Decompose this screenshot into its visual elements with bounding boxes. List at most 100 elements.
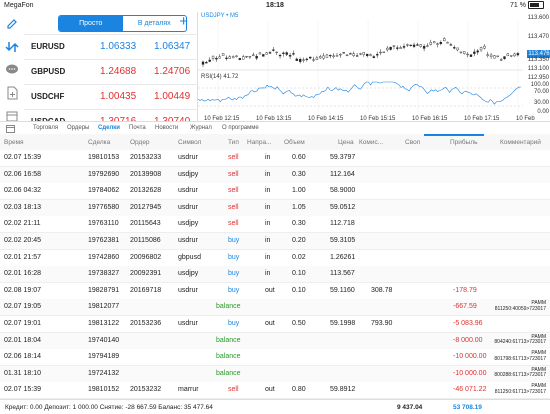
chart-canvas[interactable] — [198, 12, 550, 125]
cell-vol: 0.30 — [292, 220, 306, 228]
tab-6[interactable]: О программе — [222, 125, 259, 131]
column-header[interactable]: Символ — [178, 139, 201, 146]
tab-3[interactable]: Почта — [129, 125, 146, 131]
candle-body — [489, 54, 493, 57]
column-header[interactable]: Объем — [284, 139, 305, 146]
candle-body — [496, 55, 499, 57]
candle-body — [426, 45, 429, 47]
candle-body — [412, 44, 416, 47]
column-header[interactable]: Комментарий — [500, 139, 541, 146]
tab-5[interactable]: Журнал — [190, 125, 212, 131]
table-row[interactable]: 02.03 18:13 19776580 20127945 usdrur sell in 1… — [0, 199, 550, 217]
candle-body — [201, 61, 205, 65]
cell-type: sell — [228, 187, 239, 195]
quote-row[interactable]: EURUSD 1.06333 1.06347 — [24, 34, 196, 58]
table-row[interactable]: 02.01 21:57 19742860 20096802 gbpusd buy in 0.… — [0, 249, 550, 267]
table-row[interactable]: 02.08 19:07 19828791 20169718 usdrur buy out 0… — [0, 282, 550, 300]
cell-symbol: usdjpy — [178, 270, 199, 278]
table-row[interactable]: 02.07 15:39 19810153 20153233 usdrur sell in 0… — [0, 150, 550, 167]
cell-time: 02.06 16:58 — [4, 170, 41, 178]
candle-body — [459, 51, 463, 53]
cell-vol: 0.60 — [292, 154, 306, 161]
column-header[interactable]: Тип — [228, 139, 239, 146]
table-row[interactable]: 02.06 04:32 19784062 20132628 usdrur sell in 1… — [0, 183, 550, 201]
table-row[interactable]: 02.01 16:28 19738327 20092391 usdjpy buy in 0.… — [0, 266, 550, 284]
candle-body — [292, 53, 295, 55]
candle-body — [503, 56, 506, 59]
mode-simple-tab[interactable]: Просто — [59, 16, 123, 31]
chart-panel[interactable]: USDJPY • M5 113.476 RSI(14) 41.72 113.60… — [197, 12, 550, 128]
cell-order: 20096802 — [130, 253, 162, 261]
cell-symbol: usdjpy — [178, 170, 199, 178]
candle-body — [208, 59, 211, 62]
quote-ask: 1.24706 — [154, 66, 191, 77]
cell-price: 59.0512 — [330, 203, 356, 211]
column-header[interactable]: Сделка — [88, 139, 110, 146]
cell-time: 02.06 04:32 — [4, 187, 41, 195]
column-header[interactable]: Напра... — [247, 139, 271, 146]
column-header[interactable]: Комис... — [359, 139, 383, 146]
candle-body — [436, 43, 439, 45]
price-axis-label: 113.470 — [527, 34, 549, 40]
new-document-icon[interactable] — [5, 86, 19, 100]
cell-time: 02.07 15:39 — [4, 386, 41, 394]
cell-vol: 0.02 — [292, 253, 306, 261]
cell-type: buy — [228, 253, 240, 261]
calendar-icon — [6, 125, 15, 133]
cell-symbol: usdrur — [178, 154, 198, 161]
candle-body — [315, 57, 319, 60]
table-row[interactable]: 01.31 18:10 19724132 balance -10 000.00 PAMM… — [0, 365, 550, 383]
table-row[interactable]: 02.01 18:04 19740140 balance -8 000.00 PAMM 8… — [0, 332, 550, 350]
cell-profit: -5 083.96 — [453, 320, 483, 327]
candle-body — [365, 53, 369, 57]
quote-symbol: USDCHF — [31, 92, 65, 101]
chat-bubble-icon[interactable] — [5, 63, 19, 77]
mode-detail-tab[interactable]: В деталях — [123, 16, 187, 31]
tab-4[interactable]: Новости — [155, 125, 178, 131]
column-header[interactable]: Прибыль — [450, 139, 478, 146]
column-header[interactable]: Своп — [405, 139, 420, 146]
quote-row[interactable]: GBPUSD 1.24688 1.24706 — [24, 59, 196, 83]
cell-profit: -667.59 — [453, 303, 477, 311]
add-symbol-icon[interactable]: + — [179, 12, 188, 32]
column-header[interactable]: Цена — [338, 139, 354, 146]
table-row[interactable]: 02.06 18:14 19794189 balance -10 000.00 PAMM… — [0, 349, 550, 367]
quote-bid: 1.24688 — [100, 66, 137, 77]
cell-deal: 19828791 — [88, 286, 120, 294]
cell-order: 20092391 — [130, 270, 162, 278]
cell-time: 02.03 18:13 — [4, 203, 41, 211]
candle-body — [245, 56, 248, 58]
candle-body — [339, 54, 342, 56]
quote-bid: 1.06333 — [100, 41, 137, 52]
quote-row[interactable]: USDCHF 1.00435 1.00449 — [24, 84, 196, 108]
column-header[interactable]: Ордер — [130, 139, 150, 146]
candle-body — [272, 49, 275, 51]
candle-body — [469, 54, 473, 57]
candle-body — [493, 55, 496, 59]
battery-percent: 71 % — [510, 2, 526, 9]
cell-symbol: gbpusd — [178, 253, 201, 261]
candle-body — [355, 55, 359, 57]
table-row[interactable]: 02.07 19:01 19813122 20153236 usdrur buy out 0… — [0, 316, 550, 333]
trade-arrows-icon[interactable] — [5, 40, 19, 54]
candle-body — [335, 55, 339, 57]
tab-1[interactable]: Ордеры — [67, 125, 89, 131]
table-row[interactable]: 02.07 19:05 19812077 balance -667.59 PAMM 811… — [0, 299, 550, 317]
candle-body — [278, 54, 282, 57]
rsi-axis-label: 30.00 — [533, 100, 549, 106]
tab-0[interactable]: Торговля — [33, 125, 58, 131]
table-row[interactable]: 02.07 15:39 19810152 20153232 marrur sell out… — [0, 382, 550, 400]
table-row[interactable]: 02.02 21:11 19763110 20115643 usdjpy sell in 0… — [0, 216, 550, 234]
cell-profit: -46 071.22 — [453, 386, 487, 394]
cell-dir: in — [265, 154, 271, 161]
column-header[interactable]: Время — [4, 139, 24, 146]
table-row[interactable]: 02.02 20:45 19762381 20115086 usdrur buy in 0.… — [0, 233, 550, 250]
tab-2[interactable]: Сделки — [98, 125, 120, 131]
candle-body — [342, 52, 345, 54]
candle-body — [312, 59, 315, 61]
rsi-axis-label: 70.00 — [533, 89, 549, 95]
table-row[interactable]: 02.06 16:58 19792690 20139908 usdjpy sell in 0… — [0, 166, 550, 184]
cell-deal: 19762381 — [88, 237, 120, 244]
edit-pencil-icon[interactable] — [5, 17, 19, 31]
candle-body — [265, 52, 268, 55]
